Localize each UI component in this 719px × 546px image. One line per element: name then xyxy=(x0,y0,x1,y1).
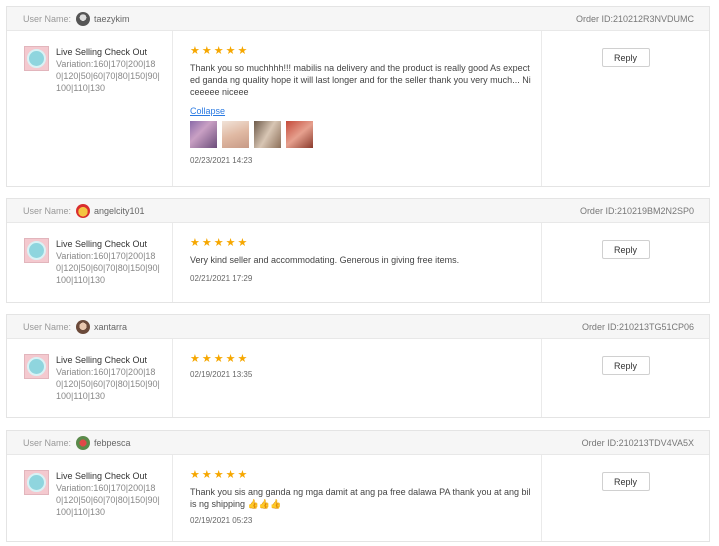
review-card-header: User Name: angelcity101 Order ID:210219B… xyxy=(7,199,709,223)
product-thumbnail[interactable] xyxy=(24,238,49,263)
star-rating: ★★★★★ xyxy=(190,45,250,57)
review-text: Very kind seller and accommodating. Gene… xyxy=(190,255,460,265)
review-card-header: User Name: taezykim Order ID:210212R3NVD… xyxy=(7,7,709,31)
review-photo[interactable] xyxy=(254,121,281,148)
product-name[interactable]: Live Selling Check Out xyxy=(56,470,160,482)
review-text: Thank you so muchhhh!!! mabilis na deliv… xyxy=(190,63,531,97)
user-name-label: User Name: xyxy=(23,205,72,216)
review-text: Thank you sis ang ganda ng mga damit at … xyxy=(190,487,531,509)
user-info: User Name: xantarra xyxy=(23,319,127,334)
avatar[interactable] xyxy=(76,319,91,334)
review-card: User Name: taezykim Order ID:210212R3NVD… xyxy=(6,6,710,187)
product-info: Live Selling Check Out Variation:160|170… xyxy=(7,223,173,302)
username[interactable]: xantarra xyxy=(94,322,127,332)
order-id[interactable]: Order ID:210213TG51CP06 xyxy=(582,322,694,332)
review-content: ★★★★★ Very kind seller and accommodating… xyxy=(173,223,542,302)
username[interactable]: febpesca xyxy=(94,438,131,448)
review-photo[interactable] xyxy=(222,121,249,148)
product-thumbnail[interactable] xyxy=(24,354,49,379)
product-name[interactable]: Live Selling Check Out xyxy=(56,46,160,58)
order-id[interactable]: Order ID:210213TDV4VA5X xyxy=(582,438,694,448)
review-actions: Reply xyxy=(542,223,709,302)
product-thumbnail[interactable] xyxy=(24,470,49,495)
product-thumbnail[interactable] xyxy=(24,46,49,71)
avatar[interactable] xyxy=(76,203,91,218)
product-info: Live Selling Check Out Variation:160|170… xyxy=(7,455,173,541)
avatar[interactable] xyxy=(76,435,91,450)
review-date: 02/19/2021 05:23 xyxy=(190,516,253,525)
user-name-label: User Name: xyxy=(23,13,72,24)
product-variation: Variation:160|170|200|180|120|50|60|70|8… xyxy=(56,367,160,401)
review-date: 02/21/2021 17:29 xyxy=(190,274,253,283)
user-name-label: User Name: xyxy=(23,321,72,332)
review-actions: Reply xyxy=(542,339,709,417)
order-id[interactable]: Order ID:210212R3NVDUMC xyxy=(576,14,694,24)
review-card: User Name: xantarra Order ID:210213TG51C… xyxy=(6,314,710,418)
username[interactable]: taezykim xyxy=(94,14,130,24)
review-card: User Name: angelcity101 Order ID:210219B… xyxy=(6,198,710,303)
review-date: 02/23/2021 14:23 xyxy=(190,156,253,165)
reply-button[interactable]: Reply xyxy=(601,472,650,491)
review-photos xyxy=(190,121,531,148)
user-info: User Name: febpesca xyxy=(23,435,131,450)
user-info: User Name: angelcity101 xyxy=(23,203,145,218)
review-card-header: User Name: febpesca Order ID:210213TDV4V… xyxy=(7,431,709,455)
review-actions: Reply xyxy=(542,31,709,186)
order-id[interactable]: Order ID:210219BM2N2SP0 xyxy=(580,206,694,216)
review-actions: Reply xyxy=(542,455,709,541)
star-rating: ★★★★★ xyxy=(190,469,250,481)
review-card-header: User Name: xantarra Order ID:210213TG51C… xyxy=(7,315,709,339)
review-content: ★★★★★ Thank you sis ang ganda ng mga dam… xyxy=(173,455,542,541)
username[interactable]: angelcity101 xyxy=(94,206,145,216)
star-rating: ★★★★★ xyxy=(190,353,250,365)
product-name[interactable]: Live Selling Check Out xyxy=(56,238,160,250)
review-date: 02/19/2021 13:35 xyxy=(190,370,253,379)
product-variation: Variation:160|170|200|180|120|50|60|70|8… xyxy=(56,59,160,93)
product-variation: Variation:160|170|200|180|120|50|60|70|8… xyxy=(56,483,160,517)
reply-button[interactable]: Reply xyxy=(601,356,650,375)
user-name-label: User Name: xyxy=(23,437,72,448)
user-info: User Name: taezykim xyxy=(23,11,130,26)
review-photo[interactable] xyxy=(190,121,217,148)
review-content: ★★★★★ Thank you so muchhhh!!! mabilis na… xyxy=(173,31,542,186)
review-content: ★★★★★ 02/19/2021 13:35 xyxy=(173,339,542,417)
product-info: Live Selling Check Out Variation:160|170… xyxy=(7,31,173,186)
review-card: User Name: febpesca Order ID:210213TDV4V… xyxy=(6,430,710,542)
star-rating: ★★★★★ xyxy=(190,237,250,249)
reply-button[interactable]: Reply xyxy=(601,48,650,67)
review-photo[interactable] xyxy=(286,121,313,148)
product-name[interactable]: Live Selling Check Out xyxy=(56,354,160,366)
product-info: Live Selling Check Out Variation:160|170… xyxy=(7,339,173,417)
reply-button[interactable]: Reply xyxy=(601,240,650,259)
product-variation: Variation:160|170|200|180|120|50|60|70|8… xyxy=(56,251,160,285)
collapse-link[interactable]: Collapse xyxy=(190,106,225,116)
avatar[interactable] xyxy=(76,11,91,26)
